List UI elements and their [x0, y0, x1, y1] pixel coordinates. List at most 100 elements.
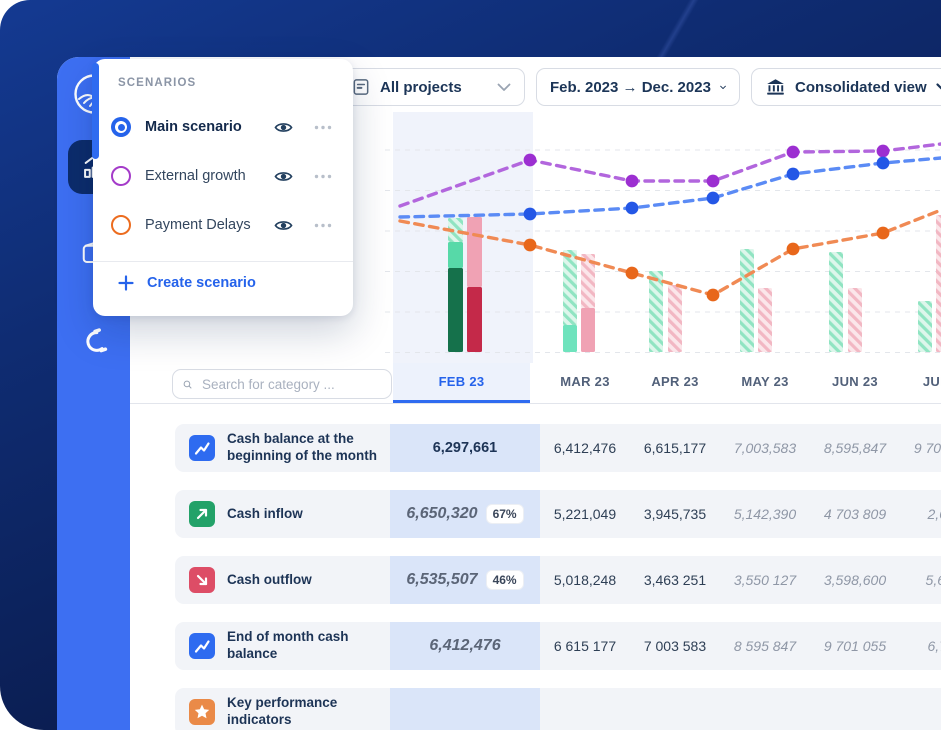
row-category-cell: Cash outflow — [175, 556, 390, 604]
month-tab-mar-23[interactable]: MAR 23 — [540, 363, 630, 400]
magnet-icon — [86, 328, 108, 353]
row-category-icon — [189, 567, 215, 593]
arrow-up-right-icon — [196, 508, 208, 520]
table-row[interactable]: Key performance indicators — [175, 688, 941, 730]
scenario-more-options-button[interactable] — [311, 122, 335, 133]
row-category-label: Cash balance at the beginning of the mon… — [227, 431, 377, 463]
row-month-value: 5,018,248 — [553, 572, 617, 588]
table-row[interactable]: End of month cash balance 6,412,476 6 615 … — [175, 622, 941, 670]
row-category-icon — [189, 699, 215, 725]
plus-icon — [118, 275, 134, 291]
scenario-item-external-growth[interactable]: External growth — [101, 152, 345, 200]
feb-value: 6,650,320 — [406, 505, 478, 522]
row-month-value: 5,655, — [925, 572, 941, 588]
trend-line-icon — [194, 640, 210, 653]
row-category-icon — [189, 435, 215, 461]
scenario-label: Payment Delays — [145, 217, 251, 233]
arrow-down-right-icon — [196, 574, 208, 586]
scenario-radio[interactable] — [111, 117, 131, 137]
category-search — [172, 369, 392, 399]
month-tab-may-23[interactable]: MAY 23 — [720, 363, 810, 400]
row-month-value: 4 703 809 — [823, 506, 887, 522]
month-tab-jul-23[interactable]: JUL 23 — [900, 363, 941, 400]
ellipsis-icon — [314, 174, 332, 178]
table-header: FEB 23 MAR 23APR 23MAY 23JUN 23JUL 23 — [130, 363, 941, 404]
panel-accent-bar — [92, 63, 99, 159]
chevron-down-icon — [720, 85, 726, 89]
row-month-value: 8,595,847 — [823, 440, 887, 456]
row-feb-cell: 6,535,507 46% — [390, 556, 540, 604]
row-month-value: 7 003 583 — [643, 638, 707, 654]
feb-percent-badge: 46% — [485, 570, 524, 590]
projects-selector-button[interactable]: All projects — [337, 68, 525, 106]
eye-icon — [274, 220, 293, 230]
star-icon — [194, 704, 210, 719]
row-month-value: 9 701 055 — [913, 440, 941, 456]
row-month-value — [720, 688, 810, 730]
row-month-value: 6,412,476 — [553, 440, 617, 456]
row-category-label: Cash inflow — [227, 505, 303, 521]
row-category-icon — [189, 501, 215, 527]
eye-icon — [274, 122, 293, 132]
create-scenario-label: Create scenario — [147, 275, 256, 291]
row-month-value: 2,671 — [927, 506, 941, 522]
row-month-value: 5,142,390 — [733, 506, 797, 522]
month-tab-apr-23[interactable]: APR 23 — [630, 363, 720, 400]
panel-divider — [93, 261, 353, 262]
visibility-toggle-button[interactable] — [270, 215, 297, 236]
chevron-down-icon — [497, 83, 511, 91]
row-feb-cell: 6,412,476 — [390, 622, 540, 670]
row-category-label: End of month cash balance — [227, 629, 349, 661]
projects-selector-label: All projects — [380, 78, 462, 96]
scenarios-panel-title: SCENARIOS — [118, 77, 197, 89]
table-row[interactable]: Cash balance at the beginning of the mon… — [175, 424, 941, 472]
feb-value: 6,412,476 — [429, 637, 501, 654]
document-list-icon — [353, 79, 369, 95]
scenario-item-main-scenario[interactable]: Main scenario — [101, 103, 345, 151]
ellipsis-icon — [314, 125, 332, 129]
scenario-more-options-button[interactable] — [311, 220, 335, 231]
month-tab-feb-23[interactable]: FEB 23 — [393, 363, 530, 403]
scenario-radio[interactable] — [111, 215, 131, 235]
table-row[interactable]: Cash outflow 6,535,507 46% 5,018,248 3,463 2… — [175, 556, 941, 604]
scenario-label: External growth — [145, 168, 246, 184]
ellipsis-icon — [314, 223, 332, 227]
date-range-button[interactable]: Feb. 2023 → Dec. 2023 — [536, 68, 740, 106]
row-month-value: 3,598,600 — [823, 572, 887, 588]
row-category-icon — [189, 633, 215, 659]
row-category-label: Key performance indicators — [227, 695, 338, 727]
view-selector-label: Consolidated view — [795, 78, 927, 96]
row-month-value: 3,463 251 — [643, 572, 707, 588]
row-category-label: Cash outflow — [227, 571, 312, 587]
visibility-toggle-button[interactable] — [270, 166, 297, 187]
date-range-label: Feb. 2023 → Dec. 2023 — [550, 78, 711, 96]
row-month-value: 3,945,735 — [643, 506, 707, 522]
scenarios-dropdown-panel: SCENARIOS Main scenario External growth Pa… — [92, 59, 353, 316]
chevron-down-icon — [936, 82, 941, 90]
scenario-radio[interactable] — [111, 166, 131, 186]
create-scenario-button[interactable]: Create scenario — [118, 275, 256, 291]
row-month-value — [540, 688, 630, 730]
row-category-cell: Key performance indicators — [175, 688, 390, 730]
month-tab-jun-23[interactable]: JUN 23 — [810, 363, 900, 400]
row-feb-cell — [390, 688, 540, 730]
eye-icon — [274, 171, 293, 181]
scenario-item-payment-delays[interactable]: Payment Delays — [101, 201, 345, 249]
visibility-toggle-button[interactable] — [270, 117, 297, 138]
feb-value: 6,297,661 — [432, 440, 498, 456]
row-month-value: 6,717 — [927, 638, 941, 654]
row-category-cell: Cash inflow — [175, 490, 390, 538]
table-row[interactable]: Cash inflow 6,650,320 67% 5,221,049 3,945,73… — [175, 490, 941, 538]
scenario-more-options-button[interactable] — [311, 171, 335, 182]
row-category-cell: Cash balance at the beginning of the mon… — [175, 424, 390, 472]
row-month-value: 5,221,049 — [553, 506, 617, 522]
row-month-value: 3,550 127 — [733, 572, 797, 588]
search-input[interactable] — [200, 375, 381, 393]
view-selector-button[interactable]: Consolidated view — [751, 68, 941, 106]
row-month-value — [630, 688, 720, 730]
sidebar-item-magnet[interactable] — [68, 315, 122, 369]
row-month-value: 9 701 055 — [823, 638, 887, 654]
feb-value: 6,535,507 — [406, 571, 478, 588]
bank-icon — [767, 78, 784, 95]
row-feb-cell: 6,650,320 67% — [390, 490, 540, 538]
